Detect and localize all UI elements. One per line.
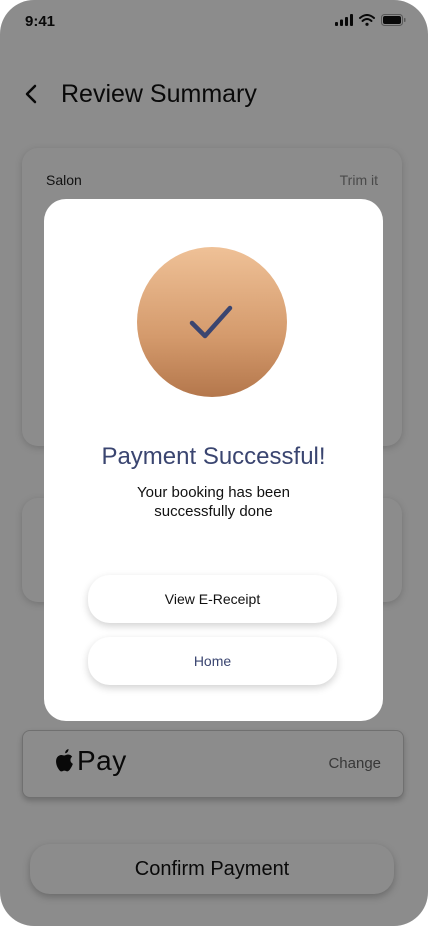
home-button[interactable]: Home (88, 637, 337, 685)
phone-frame: 9:41 Review Summary Salon Trim it Pay Ch… (0, 0, 428, 926)
modal-message-line-1: Your booking has been (137, 484, 290, 501)
payment-success-modal: Payment Successful! Your booking has bee… (44, 199, 383, 721)
modal-title: Payment Successful! (101, 443, 326, 470)
checkmark-icon (189, 305, 233, 339)
modal-message: Your booking has been successfully done (84, 483, 343, 521)
modal-message-line-2: successfully done (154, 503, 273, 520)
success-circle (137, 247, 287, 397)
view-e-receipt-button[interactable]: View E-Receipt (88, 575, 337, 623)
